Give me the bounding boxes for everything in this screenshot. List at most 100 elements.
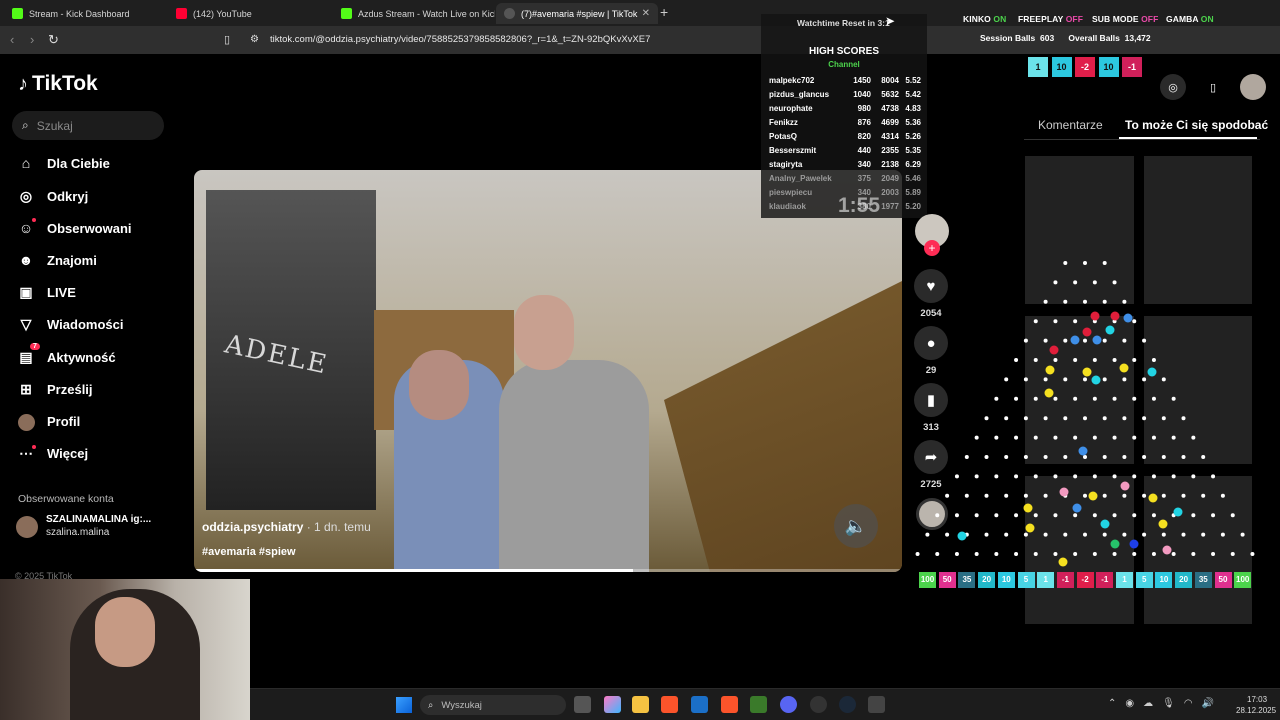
notification-dot <box>32 445 36 449</box>
copilot-icon[interactable] <box>604 696 621 713</box>
highscore-row: stagiryta 340 2138 6.29 <box>769 160 921 169</box>
nav-wiecej[interactable]: ⋯ Więcej <box>16 445 88 462</box>
player-name: PotasQ <box>769 132 798 141</box>
plinko-top-pill: 10 <box>1098 57 1119 77</box>
plinko-peg <box>974 552 979 556</box>
score-b: 5632 <box>881 90 899 99</box>
tiktok-logo[interactable]: ♪ TikTok <box>18 72 98 96</box>
nav-profil[interactable]: Profil <box>16 413 80 431</box>
compass-icon: ◎ <box>19 188 33 204</box>
bookmark-icon[interactable]: ▯ <box>224 33 230 46</box>
network-icon[interactable]: ☁ <box>1143 698 1153 709</box>
tab-divider <box>1024 139 1260 140</box>
file-explorer-icon[interactable] <box>632 696 649 713</box>
brave-active-icon[interactable] <box>721 696 738 713</box>
obs-icon[interactable] <box>810 696 827 713</box>
plinko-peg <box>1014 474 1019 479</box>
account-avatar[interactable] <box>16 516 38 538</box>
browser-tab-strip: Stream - Kick Dashboard (142) YouTube Az… <box>0 0 1280 26</box>
video-author[interactable]: oddzia.psychiatry · 1 dn. temu <box>202 520 371 534</box>
music-disc[interactable] <box>916 498 948 530</box>
nav-aktywnosc[interactable]: ▤ Aktywność 7 <box>16 343 116 366</box>
back-icon[interactable]: ‹ <box>10 32 14 47</box>
discord-icon[interactable] <box>780 696 797 713</box>
close-icon[interactable]: ✕ <box>642 8 650 19</box>
clock-time[interactable]: 17:03 <box>1247 695 1267 704</box>
plinko-multiplier-slot: -2 <box>1076 572 1094 588</box>
plinko-peg <box>994 435 999 440</box>
phone-icon[interactable]: ▯ <box>1200 74 1226 100</box>
like-button[interactable]: ♥ <box>914 269 948 303</box>
windows-start-icon[interactable] <box>396 697 412 713</box>
share-button[interactable]: ➦ <box>914 440 948 474</box>
nav-obserwowani[interactable]: ☺ Obserwowani <box>16 218 132 236</box>
video-thumbnail[interactable] <box>1025 316 1134 464</box>
user-avatar[interactable] <box>1240 74 1266 100</box>
search-input[interactable]: ⌕ Szukaj <box>12 111 164 140</box>
live-icon: ▣ <box>19 284 33 300</box>
clock-date[interactable]: 28.12.2025 <box>1236 706 1276 715</box>
app-icon[interactable] <box>750 696 767 713</box>
tray-app-icon[interactable]: ◉ <box>1125 698 1134 709</box>
followed-account-handle[interactable]: szalina.malina <box>46 527 109 538</box>
search-icon: ⌕ <box>428 699 434 711</box>
tab-kick-dashboard[interactable]: Stream - Kick Dashboard <box>4 3 169 24</box>
highscores-title: HIGH SCORES <box>808 46 879 57</box>
plinko-peg <box>984 493 989 498</box>
steam-icon[interactable] <box>839 696 856 713</box>
new-tab-button[interactable]: + <box>660 4 668 20</box>
followed-account-name[interactable]: SZALINAMALINA ig:... <box>46 514 151 525</box>
tab-similar[interactable]: To może Ci się spodobać <box>1125 118 1268 132</box>
plinko-peg <box>954 474 959 479</box>
follow-button[interactable]: + <box>924 240 940 256</box>
brave-icon[interactable] <box>661 696 678 713</box>
nav-znajomi[interactable]: ☻ Znajomi <box>16 252 97 268</box>
nav-live[interactable]: ▣ LIVE <box>16 284 76 301</box>
wifi-icon[interactable]: ◠ <box>1184 698 1193 709</box>
nav-odkryj[interactable]: ◎ Odkryj <box>16 188 88 205</box>
video-thumbnail[interactable] <box>1144 476 1252 624</box>
video-thumbnail[interactable] <box>1025 476 1134 624</box>
mouse-cursor: ➤ <box>885 14 896 28</box>
heart-icon: ♥ <box>926 277 936 295</box>
save-button[interactable]: ▮ <box>914 383 948 417</box>
nav-dla-ciebie[interactable]: ⌂ Dla Ciebie <box>16 155 110 171</box>
video-thumbnail[interactable] <box>1144 316 1252 464</box>
score-ratio: 5.42 <box>905 90 921 99</box>
video-hashtags[interactable]: #avemaria #spiew <box>202 546 296 558</box>
nav-wiadomosci[interactable]: ▽ Wiadomości <box>16 316 124 333</box>
tab-azdus-stream[interactable]: Azdus Stream - Watch Live on Kick <box>333 3 495 24</box>
plinko-multiplier-slot: 20 <box>1175 572 1193 588</box>
tab-youtube[interactable]: (142) YouTube <box>168 3 333 24</box>
site-info-icon[interactable]: ⚙ <box>250 34 259 45</box>
tab-comments[interactable]: Komentarze <box>1038 118 1103 132</box>
plinko-multiplier-slot: 20 <box>978 572 996 588</box>
nav-przeslij[interactable]: ⊞ Prześlij <box>16 381 92 398</box>
plinko-peg <box>1014 358 1019 362</box>
reload-icon[interactable]: ↻ <box>48 32 59 48</box>
video-thumbnail[interactable] <box>1144 156 1252 304</box>
chevron-up-icon[interactable]: ⌃ <box>1108 698 1116 709</box>
taskbar-search[interactable]: ⌕ Wyszukaj <box>420 695 566 715</box>
video-thumbnail[interactable] <box>1025 156 1134 304</box>
forward-icon[interactable]: › <box>30 32 34 47</box>
mic-icon[interactable]: 🎙 <box>1162 698 1175 709</box>
speaker-icon: 🔈 <box>844 515 868 536</box>
webcam-face <box>95 597 155 667</box>
video-person-right-head <box>514 295 574 370</box>
video-progress-bar[interactable] <box>194 569 902 572</box>
plinko-peg <box>1004 377 1009 382</box>
comment-button[interactable]: ● <box>914 326 948 360</box>
volume-button[interactable]: 🔈 <box>834 504 878 548</box>
compass-icon[interactable]: ◎ <box>1160 74 1186 100</box>
video-player[interactable]: ADELE oddzia.psychiatry · 1 dn. temu #av… <box>194 170 902 572</box>
player-name: pizdus_glancus <box>769 90 830 99</box>
player-name: Analny_Pawelek <box>769 174 832 183</box>
task-view-icon[interactable] <box>574 696 591 713</box>
address-bar[interactable]: tiktok.com/@oddzia.psychiatry/video/7588… <box>270 34 650 45</box>
score-a: 375 <box>857 174 871 183</box>
tab-tiktok[interactable]: (7)#avemaria #spiew | TikTok ✕ <box>496 3 658 24</box>
store-icon[interactable] <box>691 696 708 713</box>
app-icon[interactable] <box>868 696 885 713</box>
volume-icon[interactable]: 🔊 <box>1202 698 1214 709</box>
